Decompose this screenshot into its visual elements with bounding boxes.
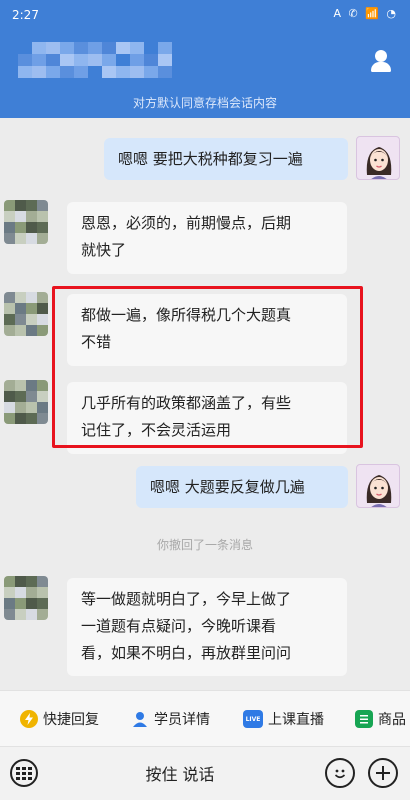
status-bar: 2:27 A ✆ 📶 ◔ bbox=[0, 0, 410, 30]
quick-action-bar: 快捷回复 学员详情 LIVE 上课直播 商品 bbox=[0, 690, 410, 746]
message-line: 就快了 bbox=[81, 241, 127, 259]
girl-avatar-icon bbox=[366, 475, 392, 507]
hold-to-talk-button[interactable]: 按住 说话 bbox=[140, 761, 220, 785]
quick-action-label: 上课直播 bbox=[268, 712, 324, 728]
girl-avatar-icon bbox=[366, 147, 392, 179]
contact-avatar-pixelated[interactable] bbox=[4, 576, 48, 620]
status-time: 2:27 bbox=[12, 8, 39, 22]
input-bar: 按住 说话 bbox=[0, 746, 410, 800]
message-bubble-right[interactable]: 嗯嗯 大题要反复做几遍 bbox=[136, 466, 348, 508]
document-icon bbox=[355, 710, 373, 728]
chat-title-pixelated bbox=[18, 42, 172, 78]
lightning-icon bbox=[20, 710, 38, 728]
person-icon[interactable] bbox=[368, 48, 394, 74]
message-list[interactable]: 嗯嗯 要把大税种都复习一遍 恩恩，必须的，前期慢点，后期 就快了 都做一遍，像所… bbox=[0, 118, 410, 690]
live-icon: LIVE bbox=[243, 710, 263, 728]
emoji-icon[interactable] bbox=[325, 758, 355, 788]
message-line: 一道题有点疑问，今晚听课看 bbox=[81, 617, 277, 635]
message-line: 等一做题就明白了，今早上做了 bbox=[81, 590, 292, 608]
message-bubble-right[interactable]: 嗯嗯 要把大税种都复习一遍 bbox=[104, 138, 348, 180]
my-avatar[interactable] bbox=[356, 136, 400, 180]
quick-action-label: 商品 bbox=[378, 712, 406, 728]
message-line: 恩恩，必须的，前期慢点，后期 bbox=[81, 214, 292, 232]
plus-icon[interactable] bbox=[368, 758, 398, 788]
message-text: 嗯嗯 要把大税种都复习一遍 bbox=[118, 150, 303, 168]
student-details-button[interactable]: 学员详情 bbox=[131, 709, 210, 729]
contact-avatar-pixelated[interactable] bbox=[4, 292, 48, 336]
quick-action-label: 快捷回复 bbox=[43, 712, 99, 728]
my-avatar[interactable] bbox=[356, 464, 400, 508]
chat-header: 2:27 A ✆ 📶 ◔ 对方默认同意存档会话内容 bbox=[0, 0, 410, 118]
live-class-button[interactable]: LIVE 上课直播 bbox=[243, 709, 324, 729]
message-bubble-left[interactable]: 恩恩，必须的，前期慢点，后期 就快了 bbox=[67, 202, 347, 274]
contact-avatar-pixelated[interactable] bbox=[4, 380, 48, 424]
products-button[interactable]: 商品 bbox=[355, 709, 406, 729]
message-line: 看，如果不明白，再放群里问问 bbox=[81, 644, 292, 662]
person-icon bbox=[131, 710, 149, 728]
status-icons: A ✆ 📶 ◔ bbox=[333, 7, 398, 20]
message-text: 嗯嗯 大题要反复做几遍 bbox=[150, 478, 305, 496]
red-highlight-box bbox=[52, 286, 363, 448]
quick-reply-button[interactable]: 快捷回复 bbox=[20, 709, 99, 729]
contact-avatar-pixelated[interactable] bbox=[4, 200, 48, 244]
keyboard-icon[interactable] bbox=[10, 759, 38, 787]
message-bubble-left[interactable]: 等一做题就明白了，今早上做了 一道题有点疑问，今晚听课看 看，如果不明白，再放群… bbox=[67, 578, 347, 676]
quick-action-label: 学员详情 bbox=[154, 712, 210, 728]
archive-notice: 对方默认同意存档会话内容 bbox=[132, 96, 277, 110]
recalled-message-notice: 你撤回了一条消息 bbox=[156, 538, 253, 552]
